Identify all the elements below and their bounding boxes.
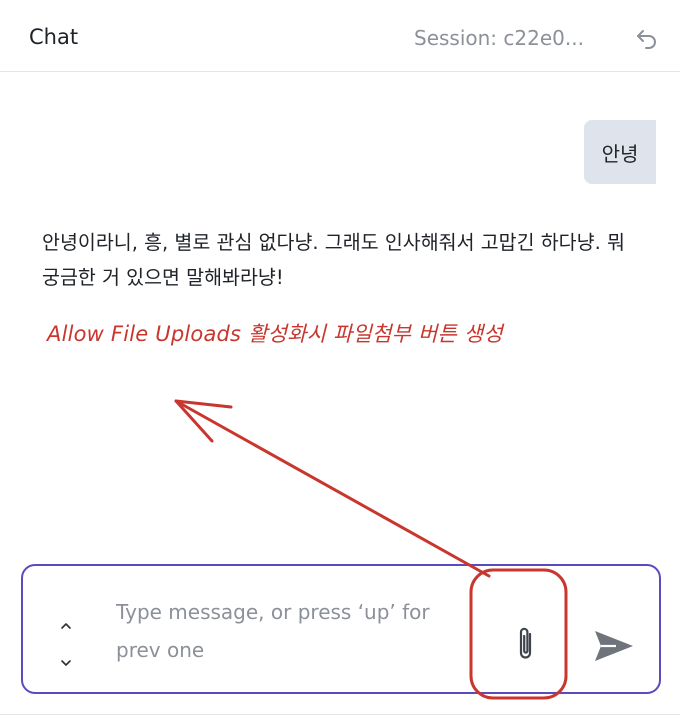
undo-arrow-icon[interactable]	[634, 27, 660, 51]
chat-title: Chat	[29, 25, 79, 49]
chat-header: Chat Session: c22e0...	[0, 0, 680, 72]
chevron-up-icon[interactable]	[56, 618, 76, 634]
assistant-message: 안녕이라니, 흥, 별로 관심 없다냥. 그래도 인사해줘서 고맙긴 하다냥. …	[42, 231, 625, 289]
send-button[interactable]	[588, 622, 640, 670]
message-input[interactable]	[116, 593, 466, 673]
bottom-divider	[0, 714, 680, 715]
user-message-bubble: 안녕	[584, 120, 656, 184]
attach-file-button[interactable]	[503, 614, 549, 674]
annotation-arrow-head	[174, 399, 233, 443]
annotation-arrow-line	[174, 399, 491, 578]
session-id-label: Session: c22e0...	[414, 26, 584, 50]
send-icon	[595, 631, 633, 661]
chat-panel: Chat Session: c22e0... 안녕 안녕이라니, 흥, 별로 관…	[0, 0, 692, 726]
paperclip-icon	[519, 627, 532, 659]
user-message-text: 안녕	[601, 141, 639, 166]
annotation-text: Allow File Uploads 활성화시 파일첨부 버튼 생성	[47, 322, 503, 346]
chevron-down-icon[interactable]	[56, 655, 76, 671]
